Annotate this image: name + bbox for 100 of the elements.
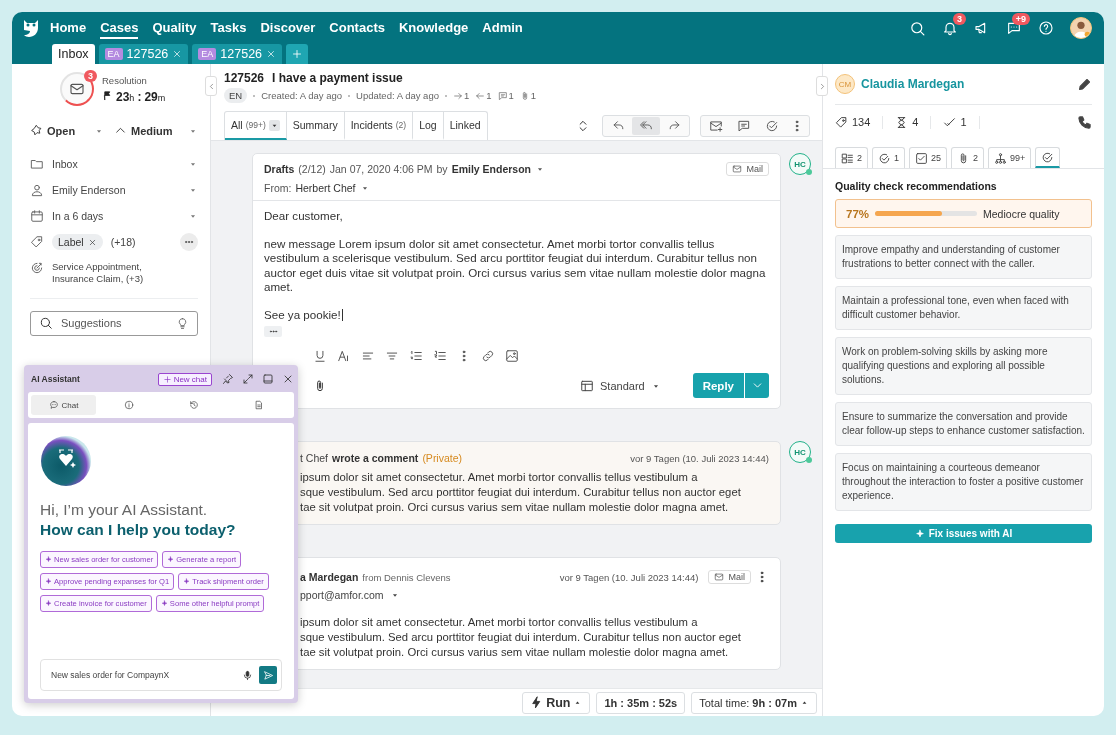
logo-icon[interactable] <box>22 18 40 38</box>
numbered-list-icon[interactable] <box>433 349 447 363</box>
thread-tab[interactable]: Log <box>413 112 444 140</box>
reply-icon <box>611 119 625 132</box>
comment-date: vor 9 Tagen (10. Juli 2023 14:44) <box>630 452 769 464</box>
chat-input[interactable]: New sales order for CompaynX <box>40 659 282 691</box>
panel-tab[interactable]: 1 <box>872 147 906 168</box>
comment-action: wrote a comment <box>332 452 419 464</box>
comment-icon <box>497 90 508 101</box>
nav-link[interactable]: Cases <box>100 17 139 39</box>
hierarchy-icon <box>994 151 1008 165</box>
align-left-icon[interactable] <box>361 349 375 363</box>
chat-icon[interactable] <box>1006 20 1022 36</box>
case-tab[interactable]: EA 127526 <box>192 44 283 64</box>
time-separator: : <box>137 90 142 104</box>
author-name: a Mardegan <box>300 571 359 583</box>
send-button[interactable] <box>259 666 277 684</box>
font-size-icon[interactable] <box>337 349 351 363</box>
field-value[interactable]: Inbox <box>52 158 78 170</box>
sparkle-icon <box>45 578 52 585</box>
sparkle-icon <box>160 600 168 607</box>
assistant-tab[interactable]: Chat <box>31 395 96 415</box>
nav-link[interactable]: Admin <box>482 17 523 39</box>
label-count: (+18) <box>110 236 136 248</box>
author-name[interactable]: Emily Enderson <box>451 163 531 175</box>
align-center-icon[interactable] <box>385 349 399 363</box>
pin-icon[interactable] <box>222 373 234 385</box>
phone-icon[interactable] <box>1077 114 1092 130</box>
nav-link[interactable]: Knowledge <box>398 17 469 39</box>
help-icon[interactable] <box>1038 20 1054 36</box>
total-time[interactable]: Total time: 9h : 07m <box>691 691 817 714</box>
numbered-list-icon[interactable] <box>409 349 423 363</box>
microphone-icon[interactable] <box>242 669 253 681</box>
expand-icon[interactable] <box>242 373 254 385</box>
link-icon[interactable] <box>481 349 495 363</box>
nav-link[interactable]: Discover <box>260 17 316 39</box>
more-button[interactable] <box>180 233 198 251</box>
mail-date: vor 9 Tagen (10. Juli 2023 14:44) <box>559 571 699 583</box>
run-button[interactable]: Run <box>522 691 591 714</box>
mail-source: from Dennis Clevens <box>362 571 451 583</box>
new-chat-button[interactable]: New chat <box>157 372 212 386</box>
close-icon[interactable] <box>87 237 97 247</box>
field-value[interactable]: Emily Enderson <box>52 184 126 196</box>
arrow-right-icon <box>452 90 463 101</box>
thread-tab[interactable]: Linked <box>443 112 487 140</box>
label-text: Label <box>58 236 84 248</box>
nav-link[interactable]: Home <box>50 17 87 39</box>
mail-tag: Mail <box>726 162 769 176</box>
search-field[interactable]: Suggestions <box>30 310 198 336</box>
underline-icon[interactable] <box>313 349 327 363</box>
nav-link[interactable]: Tasks <box>210 17 247 39</box>
updated-date: Updated: A day ago <box>356 90 439 101</box>
case-tab[interactable]: EA 127526 <box>98 44 189 64</box>
show-more-button[interactable] <box>264 326 282 337</box>
field-value[interactable]: In a 6 days <box>52 210 104 222</box>
author-name: t Chef <box>300 452 328 464</box>
bell-icon[interactable] <box>942 20 958 36</box>
priority-dropdown[interactable]: Medium <box>131 124 173 137</box>
from-value[interactable]: Herbert Chef <box>295 182 356 194</box>
panel-tab[interactable]: 25 <box>909 147 948 168</box>
panel-tab[interactable]: 2 <box>951 147 985 168</box>
private-tag: (Private) <box>422 452 463 464</box>
greeting-text: Hi, I’m your AI Assistant. <box>40 501 209 519</box>
nav-link[interactable]: Contacts <box>329 17 385 39</box>
dock-icon[interactable] <box>262 373 274 385</box>
panel-tab[interactable]: 2 <box>835 147 868 168</box>
template-dropdown[interactable]: Standard <box>580 378 661 393</box>
ellipsis-icon <box>268 327 278 336</box>
reply-all-icon <box>639 119 653 132</box>
panel-tab[interactable] <box>1035 147 1061 168</box>
thread-tab[interactable]: Incidents (2) <box>344 112 414 140</box>
thread-tab[interactable]: All (99+) <box>225 112 287 140</box>
mail-text: ipsum dolor sit amet consectetur. Amet morbi tortor convallis tellus vestibulum a <box>300 615 699 630</box>
calendar-icon <box>30 209 44 223</box>
panel-tab[interactable]: 99+ <box>988 147 1032 168</box>
add-tab-button[interactable] <box>286 44 309 64</box>
case-title: I have a payment issue <box>272 71 403 85</box>
contact-name[interactable]: Claudia Mardegan <box>861 77 965 91</box>
label-chip[interactable]: Label <box>52 234 103 250</box>
close-icon[interactable] <box>172 49 183 59</box>
info-icon <box>123 400 134 410</box>
tab[interactable]: Inbox <box>52 44 95 64</box>
nav-link[interactable]: Quality <box>152 17 197 39</box>
pencil-icon[interactable] <box>1077 76 1092 92</box>
stat-value: 4 <box>912 116 919 128</box>
person-icon <box>30 183 44 197</box>
lightbulb-icon[interactable] <box>176 316 189 330</box>
mail-address[interactable]: pport@amfor.com <box>300 589 384 601</box>
forward-icon <box>667 119 681 132</box>
draft-date: Jan 07, 2020 4:06 PM <box>329 163 433 175</box>
reply-all-button[interactable] <box>632 116 660 135</box>
thread-tab[interactable]: Summary <box>286 112 345 140</box>
score-rating: Mediocre quality <box>983 207 1060 220</box>
close-icon[interactable] <box>282 373 294 385</box>
total-label: Total time: <box>699 696 750 709</box>
status-dropdown[interactable]: Open <box>47 124 76 137</box>
image-icon[interactable] <box>505 349 519 363</box>
close-icon[interactable] <box>266 49 277 59</box>
user-avatar[interactable] <box>1070 17 1092 39</box>
search-icon[interactable] <box>909 19 926 37</box>
